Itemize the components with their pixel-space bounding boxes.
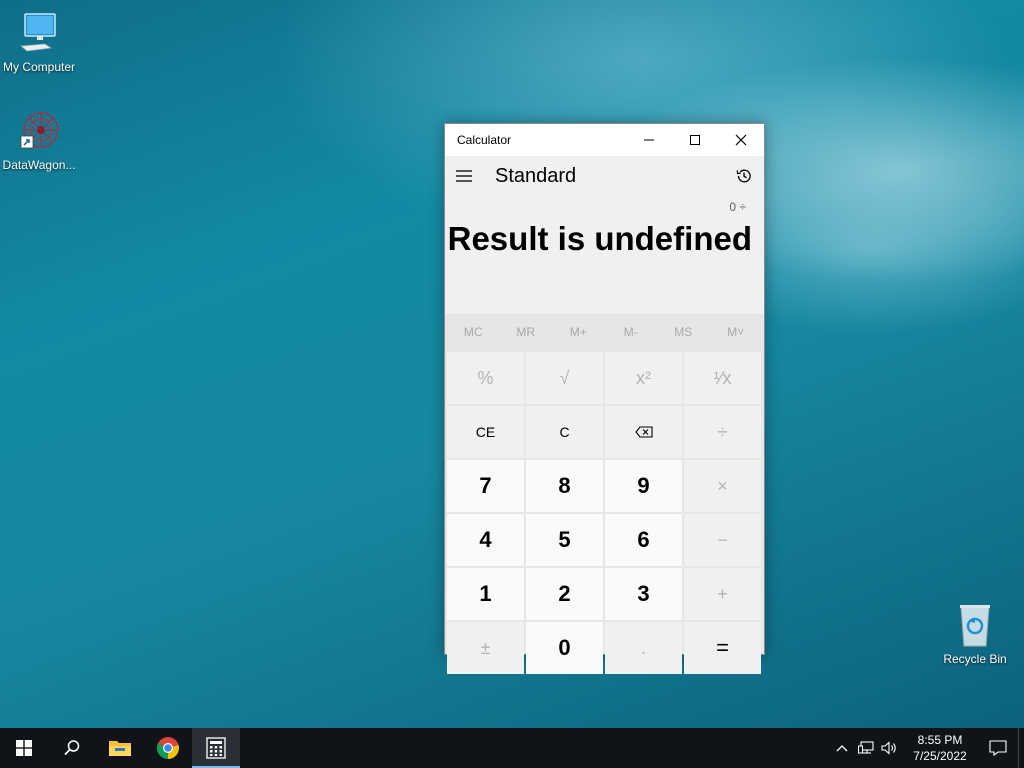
calculator-display: 0 ÷ Result is undefined [445,196,764,314]
calculator-window: Calculator Standard 0 ÷ Result is undefi… [444,123,765,674]
search-button[interactable] [48,728,96,768]
chevron-up-icon [836,745,848,752]
clock-time: 8:55 PM [917,733,963,747]
calculator-taskbar-button[interactable] [192,728,240,768]
keypad: % √ x² ¹⁄x CE C ÷ 7 8 9 × 4 5 6 − 1 2 3 … [445,350,764,674]
start-button[interactable] [0,728,48,768]
clock-date: 7/25/2022 [913,749,967,763]
maximize-button[interactable] [672,124,718,156]
digit-8-button[interactable]: 8 [526,460,603,512]
digit-6-button[interactable]: 6 [605,514,682,566]
memory-list-button[interactable]: M˅ [710,314,763,350]
clock[interactable]: 8:55 PM 7/25/2022 [902,732,978,764]
calculator-icon [206,737,226,759]
mode-title: Standard [495,164,577,187]
volume-button[interactable] [878,728,902,768]
memory-store-button[interactable]: MS [657,314,710,350]
chrome-icon [156,737,179,759]
multiply-button[interactable]: × [684,460,761,512]
history-button[interactable] [724,156,764,196]
backspace-button[interactable] [605,406,682,458]
backspace-icon [634,426,653,438]
divide-button[interactable]: ÷ [684,406,761,458]
minimize-icon [644,139,654,141]
navigation-menu-button[interactable] [445,156,483,196]
show-desktop-button[interactable] [1018,728,1024,768]
datawagon-icon [15,108,63,156]
chrome-button[interactable] [144,728,192,768]
digit-7-button[interactable]: 7 [447,460,524,512]
memory-recall-button[interactable]: MR [500,314,553,350]
notification-icon [989,740,1007,756]
calculator-header: Standard [445,156,764,196]
show-hidden-icons-button[interactable] [830,728,854,768]
search-icon [64,740,80,756]
close-icon [735,134,747,146]
digit-0-button[interactable]: 0 [526,622,603,674]
result-text: Result is undefined [447,220,752,257]
recycle-bin-icon [951,602,999,650]
expression-text: 0 ÷ [729,200,746,214]
taskbar: 8:55 PM 7/25/2022 [0,728,1024,768]
digit-5-button[interactable]: 5 [526,514,603,566]
digit-9-button[interactable]: 9 [605,460,682,512]
history-icon [736,169,751,183]
minimize-button[interactable] [626,124,672,156]
desktop-icon-label: DataWagon... [2,158,76,172]
start-icon [16,740,32,756]
computer-icon [15,10,63,58]
speaker-icon [881,741,896,755]
close-button[interactable] [718,124,764,156]
reciprocal-button[interactable]: ¹⁄x [684,352,761,404]
memory-subtract-button[interactable]: M- [605,314,658,350]
file-explorer-icon [109,741,131,756]
memory-clear-button[interactable]: MC [447,314,500,350]
title-bar[interactable]: Calculator [445,124,764,156]
network-button[interactable] [854,728,878,768]
network-icon [858,741,874,754]
add-button[interactable]: + [684,568,761,620]
file-explorer-button[interactable] [96,728,144,768]
window-title: Calculator [457,133,512,147]
clear-button[interactable]: C [526,406,603,458]
square-root-button[interactable]: √ [526,352,603,404]
digit-1-button[interactable]: 1 [447,568,524,620]
desktop-icon-label: Recycle Bin [943,652,1007,666]
desktop-icon-label: My Computer [2,60,76,74]
action-center-button[interactable] [978,728,1018,768]
digit-4-button[interactable]: 4 [447,514,524,566]
maximize-icon [690,135,700,145]
digit-2-button[interactable]: 2 [526,568,603,620]
desktop-icon-datawagon[interactable]: DataWagon... [0,108,79,172]
desktop-icon-my-computer[interactable]: My Computer [0,10,79,74]
decimal-button[interactable]: . [605,622,682,674]
square-button[interactable]: x² [605,352,682,404]
equals-button[interactable]: = [684,622,761,674]
hamburger-menu-icon [456,170,472,182]
negate-button[interactable]: ± [447,622,524,674]
memory-row: MC MR M+ M- MS M˅ [445,314,764,350]
desktop-icon-recycle-bin[interactable]: Recycle Bin [935,602,1015,666]
digit-3-button[interactable]: 3 [605,568,682,620]
subtract-button[interactable]: − [684,514,761,566]
clear-entry-button[interactable]: CE [447,406,524,458]
percent-button[interactable]: % [447,352,524,404]
system-tray: 8:55 PM 7/25/2022 [830,728,1024,768]
memory-add-button[interactable]: M+ [552,314,605,350]
